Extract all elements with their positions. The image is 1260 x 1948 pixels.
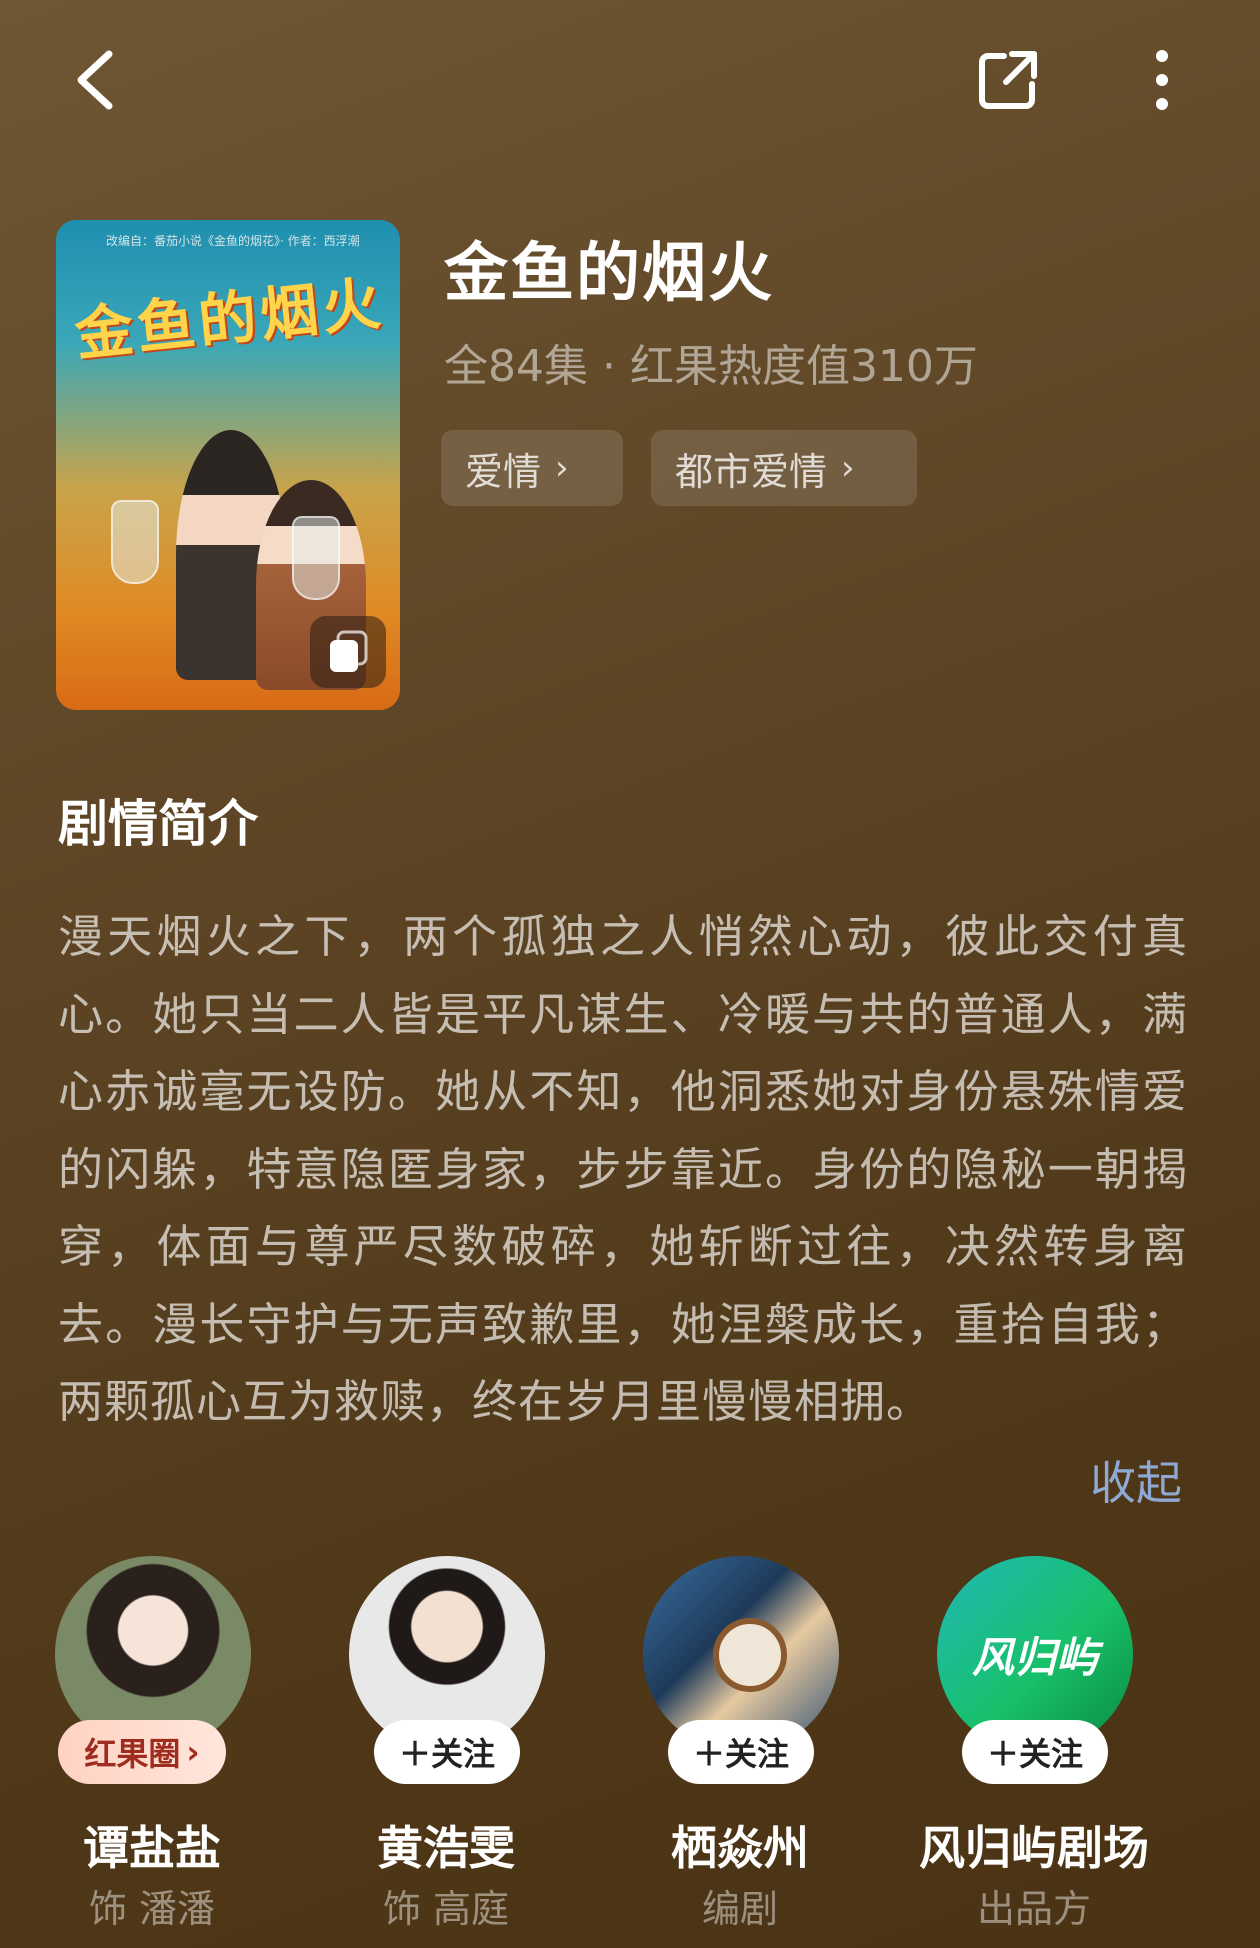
chevron-right-icon: ›: [841, 448, 855, 488]
pill-label: 红果圈: [84, 1735, 181, 1773]
more-button[interactable]: [1130, 42, 1194, 118]
follow-button[interactable]: ＋关注: [374, 1720, 520, 1784]
follow-button[interactable]: ＋关注: [668, 1720, 814, 1784]
tag-urban-romance[interactable]: 都市爱情 ›: [651, 430, 917, 506]
cast-role: 饰 高庭: [382, 1887, 510, 1931]
follow-button[interactable]: ＋关注: [962, 1720, 1108, 1784]
cast-card[interactable]: ＋关注 黄浩雯 饰 高庭: [316, 1556, 576, 1936]
share-button[interactable]: [970, 42, 1046, 118]
cast-name: 谭盐盐: [83, 1821, 221, 1875]
hongguo-circle-button[interactable]: 红果圈 ›: [58, 1720, 226, 1784]
cast-name: 栖焱州: [671, 1821, 809, 1875]
drama-poster[interactable]: 改编自：番茄小说《金鱼的烟花》· 作者：西浮潮 金鱼的烟火: [56, 220, 400, 710]
tag-label: 爱情: [465, 449, 542, 494]
cast-name: 风归屿剧场: [919, 1821, 1149, 1875]
goldfish-bag-left: [111, 500, 159, 584]
studio-logo-text: 风归屿: [971, 1632, 1098, 1682]
poster-title: 金鱼的烟火: [71, 268, 388, 369]
tag-romance[interactable]: 爱情 ›: [441, 430, 623, 506]
cast-role: 编剧: [701, 1887, 778, 1931]
watch-image: [713, 1618, 787, 1692]
drama-title: 金鱼的烟火: [444, 237, 774, 311]
goldfish-bag-right: [292, 516, 340, 600]
chevron-left-icon: [77, 50, 113, 110]
cast-role: 饰 潘潘: [88, 1887, 216, 1931]
collapse-link[interactable]: 收起: [1090, 1447, 1182, 1513]
poster-subtitle: 改编自：番茄小说《金鱼的烟花》· 作者：西浮潮: [106, 234, 360, 248]
synopsis-text: 漫天烟火之下，两个孤独之人悄然心动，彼此交付真心。她只当二人皆是平凡谋生、冷暖与…: [58, 910, 1188, 1428]
gallery-button[interactable]: [310, 616, 386, 688]
cast-card[interactable]: 红果圈 › 谭盐盐 饰 潘潘: [22, 1556, 282, 1936]
synopsis-heading: 剧情简介: [58, 795, 258, 853]
top-bar: [0, 0, 1260, 160]
cast-card[interactable]: ＋关注 栖焱州 编剧: [610, 1556, 870, 1936]
more-vertical-icon: [1156, 50, 1168, 110]
share-icon: [979, 51, 1037, 109]
chevron-right-icon: ›: [186, 1733, 200, 1771]
gallery-icon: [330, 630, 368, 672]
back-button[interactable]: [60, 40, 130, 120]
chevron-right-icon: ›: [555, 448, 569, 488]
cast-card[interactable]: 风归屿 ＋关注 风归屿剧场 出品方: [904, 1556, 1164, 1936]
cast-role: 出品方: [976, 1887, 1091, 1931]
drama-meta: 全84集 · 红果热度值310万: [444, 341, 978, 392]
tag-label: 都市爱情: [675, 449, 828, 494]
cast-name: 黄浩雯: [377, 1821, 515, 1875]
